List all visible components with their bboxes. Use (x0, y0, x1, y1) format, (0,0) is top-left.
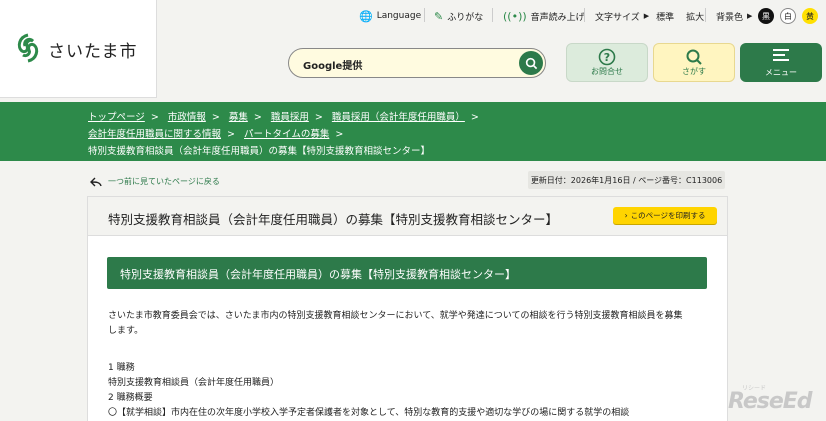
breadcrumb-link[interactable]: 職員採用（会計年度任用職員） (332, 112, 465, 123)
print-button[interactable]: › このページを印刷する (613, 207, 717, 224)
section-heading: 特別支援教育相談員（会計年度任用職員）の募集【特別支援教育相談センター】 (107, 257, 707, 289)
search-box[interactable]: Google提供 (288, 48, 546, 78)
breadcrumb-link[interactable]: 会計年度任用職員に関する情報 (88, 129, 221, 140)
speaker-icon: ((•)) (503, 9, 527, 23)
intro-line: します。 (108, 326, 144, 336)
breadcrumb-current: 特別支援教育相談員（会計年度任用職員）の募集【特別支援教育相談センター】 (88, 146, 431, 157)
breadcrumb-link[interactable]: 市政情報 (168, 112, 206, 123)
svg-text:?: ? (604, 51, 610, 64)
divider (705, 8, 706, 22)
back-label: 一つ前に見ていたページに戻る (108, 177, 220, 186)
bg-color-label: 背景色 (716, 12, 744, 23)
section-2-item: 〇【就学相談】市内在住の次年度小学校入学予定者保護者を対象として、特別な教育的支… (108, 408, 630, 418)
bg-white-button[interactable]: 白 (780, 8, 796, 24)
find-button[interactable]: さがす (653, 43, 735, 82)
print-label: このページを印刷する (630, 211, 706, 220)
font-large-button[interactable]: 拡大 (686, 10, 704, 23)
voice-link[interactable]: ((•)) 音声読み上げ (503, 8, 585, 24)
furigana-link[interactable]: ✎ ふりがな (434, 8, 483, 24)
details: 1 職務 特別支援教育相談員（会計年度任用職員） 2 職務概要 〇【就学相談】市… (108, 361, 713, 421)
breadcrumb-link[interactable]: パートタイムの募集 (244, 129, 329, 140)
breadcrumb-link[interactable]: 職員採用 (271, 112, 309, 123)
hamburger-icon (773, 49, 789, 61)
bg-color-control: 背景色 ▶ (716, 8, 752, 24)
menu-label: メニュー (765, 68, 797, 77)
separator: > (335, 129, 344, 140)
section-1-body: 特別支援教育相談員（会計年度任用職員） (108, 378, 280, 388)
magnifier-icon (686, 49, 702, 65)
find-label: さがす (682, 67, 706, 76)
site-header: さいたま市 🌐 Language ✎ ふりがな ((•)) 音声読み上げ 文字サ… (0, 0, 826, 102)
page-meta: 更新日付：2026年1月16日 / ページ番号：C113006 (528, 171, 725, 189)
language-label: Language (376, 11, 422, 21)
font-standard-button[interactable]: 標準 (656, 10, 674, 23)
separator: > (227, 129, 235, 140)
search-input[interactable]: Google提供 (303, 57, 362, 72)
contact-label: お問合せ (591, 67, 623, 76)
breadcrumb-link[interactable]: トップページ (88, 112, 145, 123)
separator: > (314, 112, 323, 123)
section-2-title: 2 職務概要 (108, 393, 153, 403)
globe-icon: 🌐 (359, 9, 373, 23)
language-link[interactable]: 🌐 Language (359, 8, 421, 24)
page-title: 特別支援教育相談員（会計年度任用職員）の募集【特別支援教育相談センター】 (108, 212, 559, 227)
city-emblem-icon (17, 33, 39, 63)
section-1-title: 1 職務 (108, 363, 135, 373)
question-icon: ? (598, 48, 616, 66)
bg-black-button[interactable]: 黒 (758, 8, 774, 24)
separator: > (470, 112, 479, 123)
search-button[interactable] (519, 51, 543, 75)
font-size-label: 文字サイズ (595, 12, 640, 23)
triangle-right-icon: ▶ (747, 12, 753, 20)
content-card: 特別支援教育相談員（会計年度任用職員）の募集【特別支援教育相談センター】 › こ… (87, 196, 728, 421)
separator: > (150, 112, 159, 123)
watermark-logo: ReseEd (728, 389, 813, 414)
breadcrumb: トップページ > 市政情報 > 募集 > 職員採用 > 職員採用（会計年度任用職員） > … (0, 102, 826, 161)
chevron-right-icon: › (624, 211, 628, 220)
divider (424, 8, 425, 22)
card-header: 特別支援教育相談員（会計年度任用職員）の募集【特別支援教育相談センター】 › こ… (88, 197, 727, 236)
separator: > (211, 112, 220, 123)
font-size-control: 文字サイズ ▶ 標準 拡大 (595, 8, 704, 24)
furigana-label: ふりがな (447, 12, 484, 23)
search-icon (525, 57, 537, 69)
logo-text: さいたま市 (48, 42, 138, 62)
divider (584, 8, 585, 22)
bg-yellow-button[interactable]: 黄 (802, 8, 818, 24)
back-link[interactable]: 一つ前に見ていたページに戻る (90, 176, 220, 187)
contact-button[interactable]: ? お問合せ (566, 43, 648, 82)
menu-button[interactable]: メニュー (740, 43, 822, 82)
back-arrow-icon (90, 177, 102, 186)
breadcrumb-link[interactable]: 募集 (229, 112, 248, 123)
triangle-right-icon: ▶ (643, 12, 650, 20)
logo[interactable]: さいたま市 (0, 0, 157, 98)
intro-line: さいたま市教育委員会では、さいたま市内の特別支援教育相談センターにおいて、就学や… (108, 311, 683, 321)
separator: > (253, 112, 262, 123)
intro-text: さいたま市教育委員会では、さいたま市内の特別支援教育相談センターにおいて、就学や… (108, 309, 713, 339)
divider (492, 8, 493, 22)
pen-icon: ✎ (434, 9, 444, 23)
voice-label: 音声読み上げ (530, 12, 585, 23)
